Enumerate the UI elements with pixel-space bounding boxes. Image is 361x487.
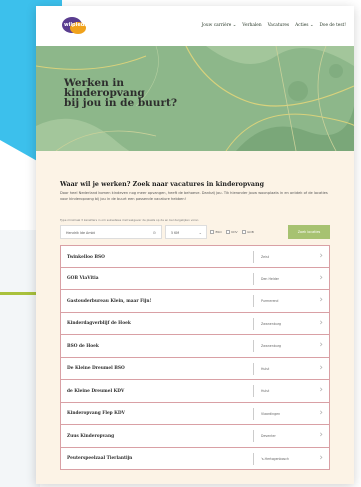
divider (253, 340, 254, 352)
list-item[interactable]: Kinderdagverblijf de Hoek Zwanenburg › (60, 312, 330, 335)
result-name: De Kleine Dreumel BSO (67, 366, 125, 371)
filter-bso-label: BSO (215, 230, 222, 234)
chevron-right-icon: › (319, 452, 323, 463)
filter-gob-checkbox[interactable]: GOB (241, 230, 254, 234)
result-city: Zeist (261, 255, 269, 259)
section-intro-text: Door heel Nederland komen kindeven nog m… (60, 191, 328, 201)
filter-kdv-checkbox[interactable]: KDV (225, 230, 238, 234)
result-name: Kinderopvang Flep KDV (67, 411, 125, 416)
checkbox-icon (225, 230, 230, 234)
result-name: Twinkelloo BSO (67, 254, 105, 260)
divider (253, 385, 254, 397)
chevron-down-icon: ⌄ (198, 229, 202, 235)
divider (253, 295, 254, 307)
nav-item-doe-de-test[interactable]: Doe de test! (319, 23, 346, 28)
divider (253, 251, 254, 263)
list-item[interactable]: Twinkelloo BSO Zeist › (60, 245, 330, 268)
chevron-right-icon: › (319, 251, 323, 261)
result-name: Kinderdagverblijf de Hoek (67, 321, 131, 326)
divider (253, 452, 254, 465)
website-screenshot: wilpiedie Jouw carrière ⌄ Verhalen Vacat… (36, 6, 354, 484)
chevron-right-icon: › (319, 407, 323, 418)
search-form: Hendrik Ide Ambt ⊙ 5 KM ⌄ BSO KDV GOB Zo… (60, 225, 330, 239)
distance-select-value: 5 KM (171, 230, 180, 235)
divider (253, 362, 254, 375)
hero-title: Werken in kinderopvang bij jou in de buu… (64, 77, 177, 109)
nav-item-vacatures[interactable]: Vacatures (268, 23, 290, 28)
chevron-right-icon: › (319, 340, 323, 350)
list-item[interactable]: GOB ViaVitia Den Helder › (60, 267, 330, 290)
result-city: Hulst (261, 366, 270, 371)
list-item[interactable]: Kinderopvang Flep KDV Vlaardingen › (60, 402, 330, 425)
chevron-right-icon: › (319, 272, 323, 283)
chevron-right-icon: › (319, 295, 323, 305)
result-name: de Kleine Dreumel KDV (67, 388, 125, 394)
main-nav: Jouw carrière ⌄ Verhalen Vacatures Actie… (202, 23, 346, 28)
result-city: Purmerend (261, 299, 279, 303)
site-header: wilpiedie Jouw carrière ⌄ Verhalen Vacat… (36, 6, 354, 46)
chevron-right-icon: › (319, 362, 323, 373)
search-locations-button[interactable]: Zoek locaties (288, 225, 330, 239)
hero-banner: Werken in kinderopvang bij jou in de buu… (36, 46, 354, 151)
list-item[interactable]: Zuus Kinderopvang Deventer › (60, 425, 330, 448)
divider (253, 272, 254, 285)
result-name: Gastouderbureau Klein, maar Fijn! (67, 298, 152, 304)
list-item[interactable]: Peuterspeelzaal Tierlantijn 's-Hertogenb… (60, 447, 330, 470)
divider (253, 407, 254, 420)
list-item[interactable]: BSO de Hoek Zwanenburg › (60, 335, 330, 358)
result-city: Zwanenburg (261, 344, 282, 348)
checkbox-icon (210, 230, 214, 234)
checkbox-icon (241, 230, 246, 234)
divider (253, 317, 254, 330)
section-heading: Waar wil je werken? Zoek naar vacatures … (60, 181, 264, 188)
vacancy-search-section: Waar wil je werken? Zoek naar vacatures … (36, 151, 354, 484)
result-city: Den Helder (261, 276, 279, 281)
result-name: Peuterspeelzaal Tierlantijn (67, 456, 133, 461)
result-name: BSO de Hoek (67, 343, 99, 349)
result-city: Vlaardingen (261, 411, 281, 416)
result-city: Deventer (261, 434, 276, 438)
result-city: Zwanenburg (261, 321, 282, 326)
list-item[interactable]: de Kleine Dreumel KDV Hulst › (60, 380, 330, 403)
nav-item-verhalen[interactable]: Verhalen (242, 23, 261, 28)
filter-bso-checkbox[interactable]: BSO (210, 230, 222, 234)
result-city: Hulst (261, 389, 270, 393)
location-input-value: Hendrik Ide Ambt (66, 230, 95, 235)
list-item[interactable]: De Kleine Dreumel BSO Hulst › (60, 357, 330, 380)
location-input[interactable]: Hendrik Ide Ambt ⊙ (60, 225, 162, 239)
search-hint-text: Type minimaal 3 karakters in om suksetsi… (60, 218, 199, 222)
result-city: 's-Hertogenbosch (261, 456, 289, 461)
background-light-shape (0, 230, 40, 487)
chevron-right-icon: › (319, 317, 323, 328)
divider (253, 430, 254, 442)
type-filters: BSO KDV GOB (210, 225, 254, 239)
logo-text: wilpiedie (64, 22, 90, 28)
chevron-right-icon: › (319, 430, 323, 440)
location-pin-icon: ⊙ (152, 230, 156, 235)
site-logo[interactable]: wilpiedie (62, 16, 90, 36)
results-list: Twinkelloo BSO Zeist › GOB ViaVitia Den … (60, 245, 330, 470)
chevron-right-icon: › (319, 385, 323, 395)
result-name: Zuus Kinderopvang (67, 433, 115, 439)
nav-item-jouw-carriere[interactable]: Jouw carrière ⌄ (202, 23, 237, 28)
list-item[interactable]: Gastouderbureau Klein, maar Fijn! Purmer… (60, 290, 330, 313)
background-green-line (0, 292, 37, 295)
distance-select[interactable]: 5 KM ⌄ (165, 225, 207, 239)
nav-item-acties[interactable]: Acties ⌄ (295, 23, 313, 28)
filter-gob-label: GOB (247, 230, 254, 234)
result-name: GOB ViaVitia (67, 276, 99, 281)
filter-kdv-label: KDV (231, 230, 238, 234)
